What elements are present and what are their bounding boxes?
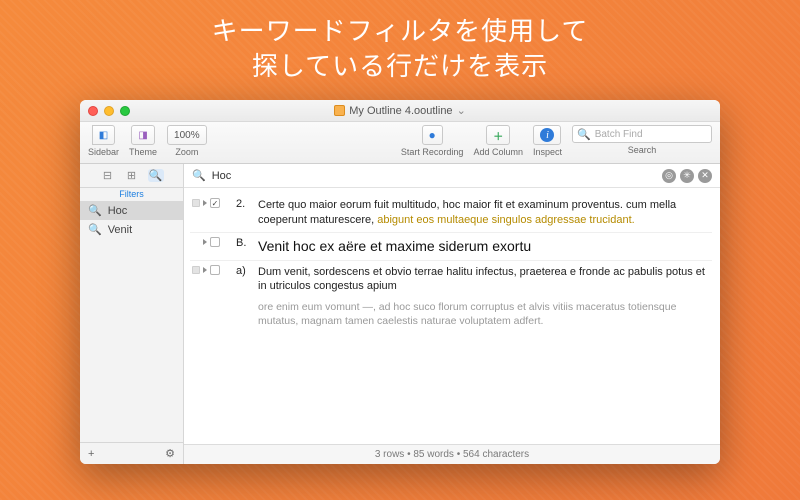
row-text[interactable]: Dum venit, sordescens et obvio terrae ha… [258,265,710,329]
row-note[interactable]: ore enim eum vomunt —, ad hoc suco floru… [258,300,710,328]
sidebar: ⊟ ⊞ 🔍 Filters 🔍 Hoc 🔍 Venit + ⚙︎ [80,164,184,464]
traffic-lights [88,106,130,116]
sidebar-tabs: ⊟ ⊞ 🔍 [80,164,183,188]
sidebar-section-label: Filters [80,189,183,199]
zoom-select[interactable]: 100% [167,125,207,145]
search-input[interactable]: 🔍 Batch Find [572,125,712,143]
add-column-label: Add Column [473,147,523,157]
disclosure-icon[interactable] [203,200,207,206]
filter-query[interactable]: Hoc [212,170,232,182]
start-recording-label: Start Recording [401,147,464,157]
row-text[interactable]: Certe quo maior eorum fuit multitudo, ho… [258,198,710,228]
window-title-text: My Outline 4.ooutline [349,105,452,117]
sidebar-tab-styles-icon[interactable]: ⊞ [124,169,140,182]
toolbar-sidebar-group: ◧ Sidebar [88,125,119,157]
toolbar-search-group: 🔍 Batch Find Search [572,125,712,155]
filter-target-icon[interactable]: ◎ [662,169,676,183]
toolbar-inspect-group: i Inspect [533,125,562,157]
sidebar-action-menu[interactable]: ⚙︎ [165,447,175,460]
status-bar: 3 rows • 85 words • 564 characters [184,444,720,464]
toolbar-record-group: ● Start Recording [401,125,464,157]
microphone-icon: ● [429,128,436,142]
magnifier-icon: 🔍 [88,223,102,236]
zoom-value: 100% [174,130,200,141]
sidebar-footer: + ⚙︎ [80,442,183,464]
sidebar-item-venit[interactable]: 🔍 Venit [80,220,183,239]
outline-rows: 2. Certe quo maior eorum fuit multitudo,… [184,188,720,444]
app-window: My Outline 4.ooutline ⌄ ◧ Sidebar ◨ Them… [80,100,720,464]
status-text: 3 rows • 85 words • 564 characters [375,449,529,460]
filter-bar: 🔍 Hoc ◎ ✳ ✕ [184,164,720,188]
sidebar-label: Sidebar [88,147,119,157]
title-dropdown-icon[interactable]: ⌄ [457,104,466,117]
sidebar-item-hoc[interactable]: 🔍 Hoc [80,201,183,220]
sidebar-item-label: Venit [108,224,132,236]
toolbar-addcol-group: ＋ Add Column [473,125,523,157]
inspect-button[interactable]: i [533,125,561,145]
filter-settings-icon[interactable]: ✳ [680,169,694,183]
main-area: 🔍 Hoc ◎ ✳ ✕ 2. Certe quo [184,164,720,464]
start-recording-button[interactable]: ● [422,125,443,145]
toolbar-zoom-group: 100% Zoom [167,125,207,157]
search-icon: 🔍 [577,128,591,141]
sidebar-toggle-button[interactable]: ◧ [92,125,115,145]
add-filter-button[interactable]: + [88,448,94,460]
magnifier-icon: 🔍 [88,204,102,217]
promo-overlay: キーワードフィルタを使用して 探している行だけを表示 [0,0,800,84]
plus-icon: ＋ [493,128,503,143]
inspect-label: Inspect [533,147,562,157]
row-handle-icon[interactable] [192,199,200,207]
zoom-label: Zoom [175,147,198,157]
close-button[interactable] [88,106,98,116]
promo-line-2: 探している行だけを表示 [0,49,800,84]
window-titlebar[interactable]: My Outline 4.ooutline ⌄ [80,100,720,122]
disclosure-icon[interactable] [203,239,207,245]
window-title[interactable]: My Outline 4.ooutline ⌄ [334,104,466,117]
row-checkbox[interactable] [210,237,220,247]
disclosure-icon[interactable] [203,267,207,273]
row-marker: a) [236,265,254,277]
outline-row[interactable]: 2. Certe quo maior eorum fuit multitudo,… [190,194,712,232]
add-column-button[interactable]: ＋ [486,125,510,145]
search-label: Search [628,145,657,155]
row-checkbox[interactable] [210,265,220,275]
theme-button[interactable]: ◨ [131,125,154,145]
search-placeholder: Batch Find [595,129,643,140]
toolbar: ◧ Sidebar ◨ Theme 100% Zoom ● Start Reco… [80,122,720,164]
row-marker: 2. [236,198,254,210]
magnifier-icon: 🔍 [192,169,206,182]
theme-label: Theme [129,147,157,157]
row-marker: B. [236,237,254,249]
sidebar-tab-filters-icon[interactable]: 🔍 [148,169,164,182]
row-checkbox[interactable] [210,198,220,208]
row-handle-icon[interactable] [192,266,200,274]
filter-clear-icon[interactable]: ✕ [698,169,712,183]
row-text[interactable]: Venit hoc ex aëre et maxime siderum exor… [258,237,710,256]
minimize-button[interactable] [104,106,114,116]
outline-row[interactable]: B. Venit hoc ex aëre et maxime siderum e… [190,232,712,260]
sidebar-tab-sections-icon[interactable]: ⊟ [100,169,116,182]
outline-row[interactable]: a) Dum venit, sordescens et obvio terrae… [190,260,712,333]
document-icon [334,105,345,116]
toolbar-theme-group: ◨ Theme [129,125,157,157]
info-icon: i [540,128,554,142]
zoom-button[interactable] [120,106,130,116]
sidebar-item-label: Hoc [108,205,128,217]
promo-line-1: キーワードフィルタを使用して [0,14,800,49]
